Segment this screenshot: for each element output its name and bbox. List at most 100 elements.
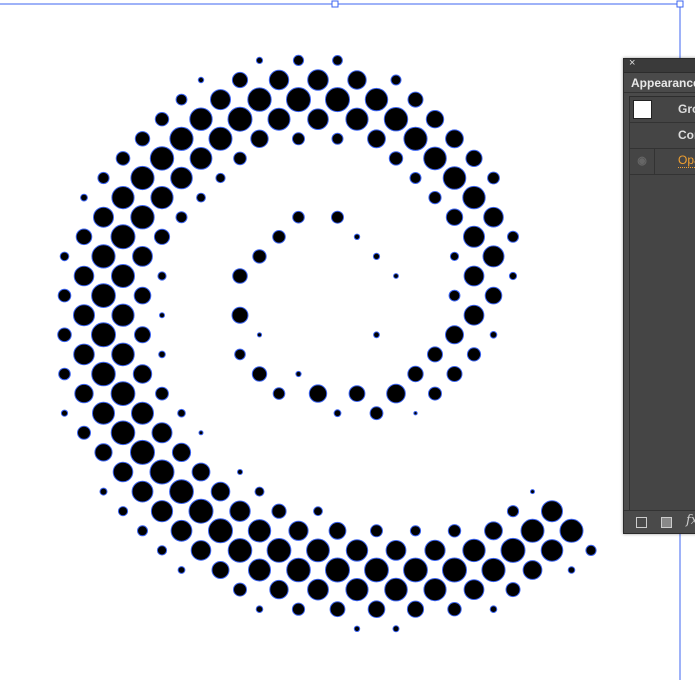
halftone-dot <box>292 210 305 224</box>
halftone-dot <box>254 486 265 497</box>
halftone-dot <box>288 520 309 541</box>
selection-handle-top[interactable] <box>331 0 339 8</box>
halftone-dot <box>59 251 70 262</box>
halftone-dot <box>175 93 188 106</box>
halftone-dot <box>272 230 286 244</box>
artboard-canvas[interactable] <box>0 0 695 680</box>
halftone-dot <box>392 625 400 633</box>
halftone-dot <box>134 326 151 344</box>
halftone-dot <box>227 538 253 563</box>
halftone-dot <box>271 503 287 519</box>
halftone-dot <box>267 107 291 131</box>
halftone-dot <box>252 249 267 264</box>
halftone-dot <box>132 364 153 384</box>
panel-footer: fx <box>624 510 695 533</box>
halftone-dot <box>291 602 306 616</box>
halftone-dot <box>251 366 268 382</box>
halftone-dot <box>463 579 485 600</box>
halftone-dot <box>390 74 402 86</box>
halftone-dot <box>585 544 597 557</box>
tab-appearance[interactable]: Appearance <box>624 73 695 93</box>
halftone-dot <box>388 151 404 166</box>
halftone-dot <box>308 384 328 403</box>
halftone-dot <box>483 206 504 228</box>
appearance-panel: × Appearance Gro Con ◉ Opa fx <box>623 57 695 534</box>
halftone-dot <box>520 518 545 543</box>
halftone-dot <box>74 383 94 404</box>
halftone-dot <box>292 132 305 146</box>
halftone-dot <box>153 228 171 245</box>
halftone-dot <box>208 126 233 151</box>
halftone-dot <box>196 192 206 203</box>
halftone-dot <box>117 506 129 517</box>
halftone-dot <box>91 244 116 269</box>
halftone-dot <box>508 271 518 281</box>
fx-icon[interactable]: fx <box>686 513 695 528</box>
eye-icon[interactable]: ◉ <box>630 149 655 174</box>
halftone-dot <box>93 206 114 228</box>
row-label: Con <box>678 128 695 142</box>
appearance-row-opacity[interactable]: ◉ Opa <box>630 149 695 175</box>
halftone-dot <box>484 286 503 305</box>
halftone-dot <box>175 211 188 224</box>
close-icon[interactable]: × <box>629 57 635 69</box>
halftone-dot <box>507 230 519 243</box>
halftone-dot <box>409 525 422 537</box>
halftone-dot <box>462 185 486 210</box>
halftone-dot <box>155 386 169 401</box>
selection-handle-top-right[interactable] <box>676 0 684 8</box>
halftone-dot <box>250 129 269 149</box>
halftone-dot <box>197 76 205 84</box>
halftone-dot <box>91 283 116 309</box>
halftone-dot <box>345 539 369 562</box>
halftone-dot <box>149 146 175 171</box>
halftone-dot <box>57 327 72 343</box>
halftone-dot <box>80 193 88 202</box>
halftone-dot <box>370 524 383 538</box>
halftone-dot <box>73 304 95 327</box>
halftone-dot <box>489 605 498 614</box>
group-thumbnail <box>633 100 652 119</box>
halftone-dot <box>447 524 462 538</box>
add-new-fill-icon[interactable] <box>661 517 672 528</box>
halftone-dot <box>406 600 425 618</box>
halftone-dot <box>248 558 271 582</box>
halftone-dot <box>325 557 350 583</box>
halftone-dot <box>266 538 292 563</box>
halftone-dot <box>307 578 329 601</box>
halftone-dot <box>115 151 131 166</box>
halftone-dot <box>413 411 418 416</box>
halftone-dot <box>567 566 576 574</box>
halftone-dot <box>132 246 153 267</box>
halftone-dot <box>231 71 249 89</box>
halftone-dot <box>247 87 272 112</box>
halftone-dot <box>237 469 243 475</box>
row-label: Gro <box>678 102 695 116</box>
halftone-dot <box>295 370 302 378</box>
appearance-list: Gro Con ◉ Opa <box>629 96 695 511</box>
panel-titlebar[interactable]: × <box>624 57 695 73</box>
halftone-dot <box>169 126 194 151</box>
halftone-dot <box>171 442 192 462</box>
appearance-row-group[interactable]: Gro <box>630 97 695 123</box>
halftone-spiral-artwork[interactable] <box>57 54 597 633</box>
halftone-dot <box>150 500 174 523</box>
halftone-dot <box>198 430 204 436</box>
halftone-dot <box>269 579 289 600</box>
halftone-dot <box>383 107 409 132</box>
add-new-stroke-icon[interactable] <box>636 517 647 528</box>
halftone-dot <box>333 409 342 418</box>
halftone-dot <box>73 343 95 366</box>
halftone-dot <box>329 601 346 618</box>
halftone-dot <box>489 331 498 339</box>
halftone-dot <box>272 387 286 400</box>
halftone-dot <box>229 500 251 522</box>
halftone-dot <box>409 172 422 184</box>
opacity-link[interactable]: Opa <box>678 153 695 168</box>
halftone-dot <box>156 545 168 556</box>
halftone-dot <box>157 271 167 281</box>
halftone-dot <box>188 498 214 524</box>
appearance-row-contents[interactable]: Con <box>630 123 695 149</box>
halftone-dot <box>158 350 166 359</box>
halftone-dot <box>110 420 136 446</box>
